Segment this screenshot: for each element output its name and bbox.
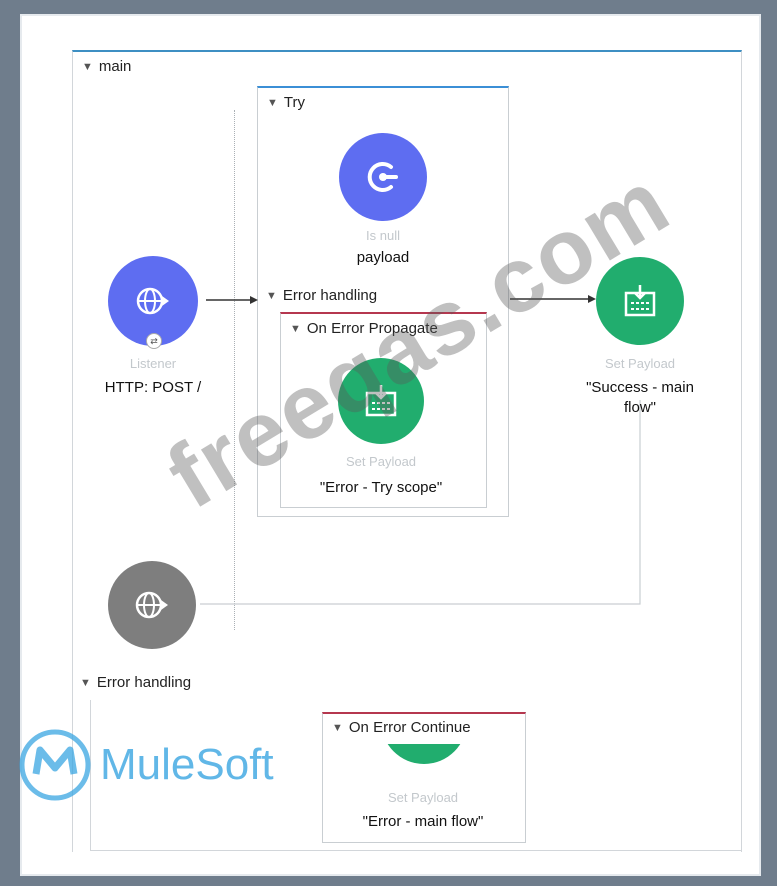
gray-listener-node[interactable]: [108, 561, 196, 649]
set-payload-success-faded-label: Set Payload: [604, 356, 676, 371]
collapse-caret-icon[interactable]: ▼: [80, 677, 91, 689]
collapse-caret-icon[interactable]: ▼: [332, 722, 343, 734]
globe-icon: [135, 591, 168, 619]
main-error-handling-title[interactable]: ▼ Error handling: [80, 674, 191, 691]
set-payload-error-main-faded-label: Set Payload: [387, 790, 459, 805]
on-error-continue-title[interactable]: ▼ On Error Continue: [332, 719, 471, 736]
set-payload-success-label-line1: "Success - main: [586, 379, 694, 396]
mulesoft-logo-icon: [19, 729, 91, 801]
set-payload-error-main-label: "Error - main flow": [362, 813, 484, 830]
on-error-continue-label: On Error Continue: [348, 719, 471, 736]
main-error-handling-label: Error handling: [96, 674, 192, 691]
set-payload-success-label-line2: flow": [624, 399, 656, 416]
arrow-head-icon: [250, 296, 258, 304]
mulesoft-logo: MuleSoft: [18, 728, 274, 802]
set-payload-icon: [624, 285, 656, 317]
mulesoft-logo-text: MuleSoft: [100, 740, 274, 789]
